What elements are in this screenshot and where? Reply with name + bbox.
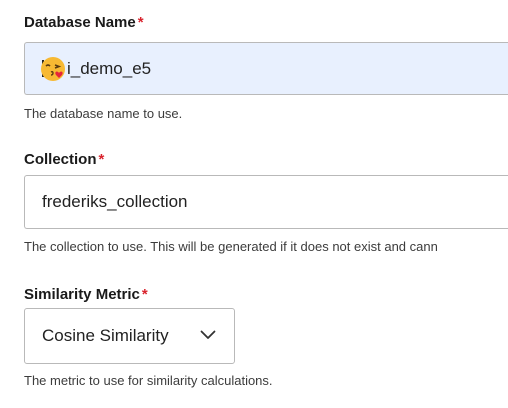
database-name-input[interactable]: i_demo_e5 — [24, 42, 508, 95]
database-name-help: The database name to use. — [24, 106, 183, 121]
collection-label: Collection * — [24, 151, 104, 168]
similarity-metric-label: Similarity Metric * — [24, 286, 148, 303]
database-name-label-text: Database Name — [24, 14, 136, 31]
collection-input[interactable]: frederiks_collection — [24, 175, 508, 229]
similarity-metric-select[interactable]: Cosine Similarity — [24, 308, 235, 364]
collection-label-text: Collection — [24, 151, 97, 168]
chevron-down-icon — [200, 330, 216, 339]
similarity-metric-label-text: Similarity Metric — [24, 286, 140, 303]
required-marker: * — [98, 151, 105, 168]
similarity-metric-selected: Cosine Similarity — [42, 326, 169, 345]
database-name-value: i_demo_e5 — [67, 58, 152, 78]
collection-help: The collection to use. This will be gene… — [24, 239, 438, 254]
similarity-metric-help: The metric to use for similarity calcula… — [24, 373, 273, 388]
required-marker: * — [137, 14, 144, 31]
database-name-label: Database Name * — [24, 14, 144, 31]
collection-value: frederiks_collection — [42, 192, 188, 211]
required-marker: * — [141, 286, 148, 303]
kissing-face-emoji-icon — [41, 56, 65, 81]
